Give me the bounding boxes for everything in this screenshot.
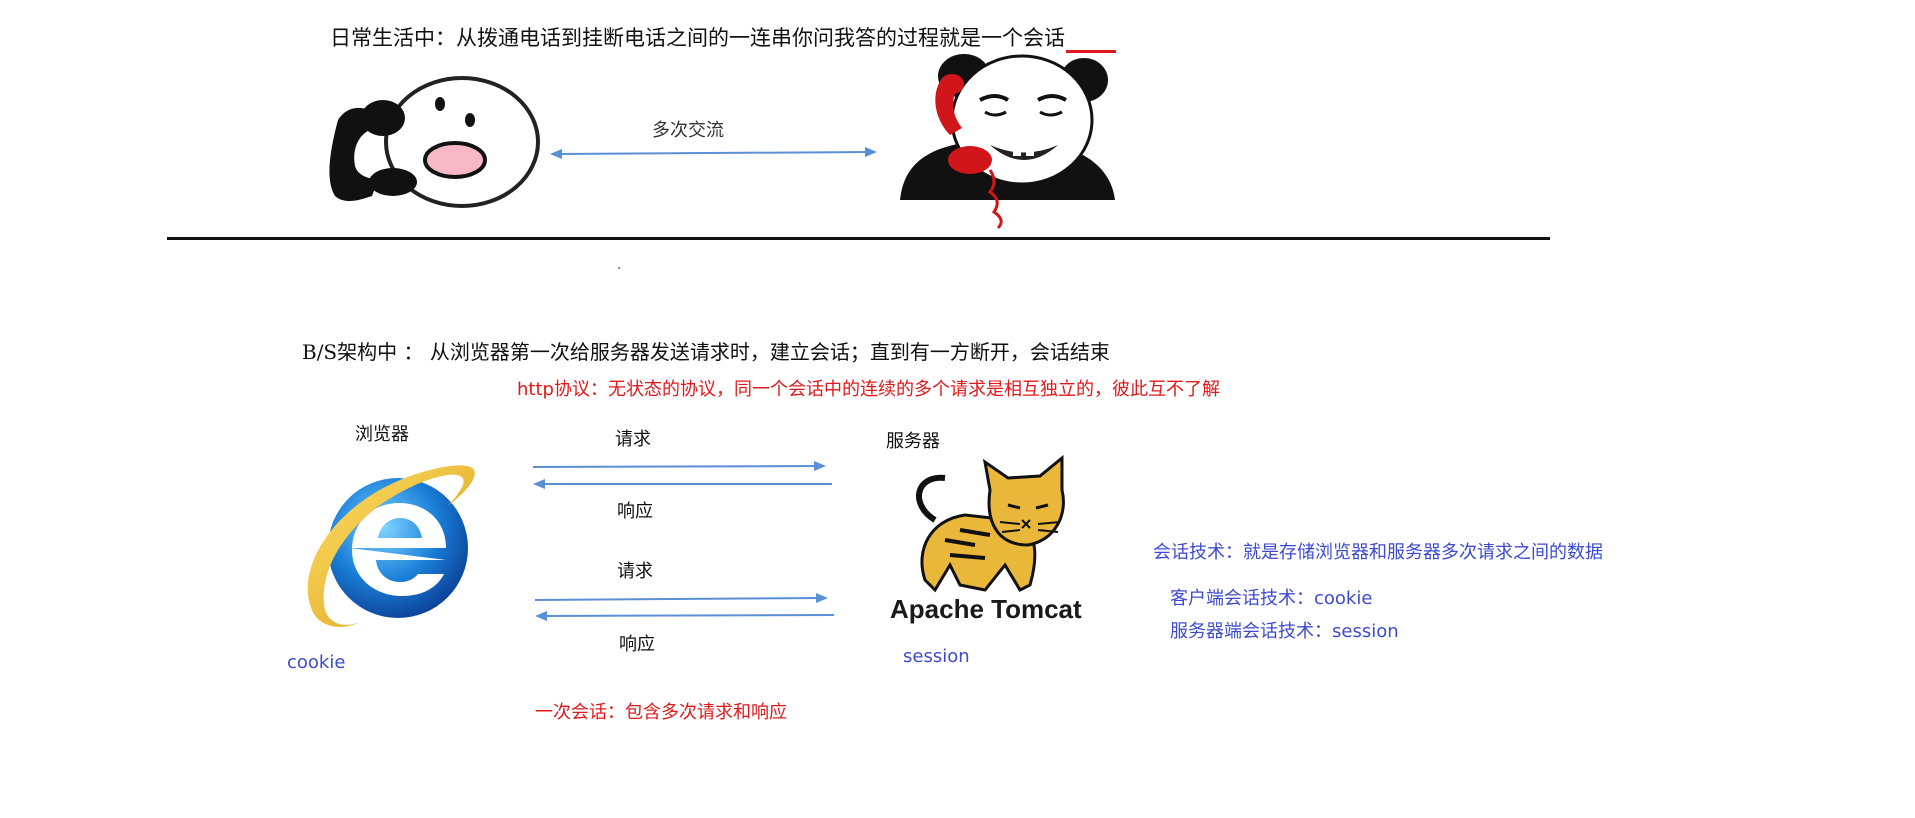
- response-arrow-1: [533, 479, 832, 489]
- illustration-layer: [302, 54, 1115, 627]
- one-session-note: 一次会话：包含多次请求和响应: [535, 702, 787, 723]
- tomcat-cat-icon: [916, 454, 1065, 593]
- cartoon-caller-icon: [329, 76, 540, 208]
- client-session-tech: 客户端会话技术：cookie: [1170, 588, 1373, 609]
- browser-label: 浏览器: [355, 424, 409, 445]
- cookie-label: cookie: [287, 652, 346, 673]
- request-arrow-1: [532, 461, 826, 471]
- request-arrow-2: [534, 593, 828, 603]
- request-label-1: 请求: [615, 429, 651, 450]
- session-label: session: [903, 646, 970, 667]
- response-label-2: 响应: [619, 634, 655, 655]
- server-session-tech: 服务器端会话技术：session: [1170, 621, 1399, 642]
- response-arrow-2: [535, 611, 835, 621]
- panda-phone-icon: [900, 54, 1115, 230]
- server-label: 服务器: [886, 431, 940, 452]
- bs-architecture-sentence: B/S架构中 ： 从浏览器第一次给服务器发送请求时，建立会话；直到有一方断开，会…: [302, 340, 1110, 364]
- tomcat-wordmark: Apache Tomcat: [890, 594, 1082, 624]
- http-stateless-note: http协议：无状态的协议，同一个会话中的连续的多个请求是相互独立的，彼此互不了…: [517, 379, 1220, 400]
- exchange-label: 多次交流: [652, 120, 724, 141]
- stray-dot: [618, 267, 620, 269]
- session-tech-definition: 会话技术：就是存储浏览器和服务器多次请求之间的数据: [1153, 542, 1603, 563]
- exchange-double-arrow: [550, 147, 877, 159]
- internet-explorer-icon: [302, 465, 482, 627]
- diagram-canvas: 日常生活中：从拨通电话到挂断电话之间的一连串你问我答的过程就是一个会话 多次交流…: [0, 0, 1915, 818]
- response-label-1: 响应: [617, 501, 653, 522]
- section-divider: [167, 237, 1550, 240]
- request-label-2: 请求: [617, 561, 653, 582]
